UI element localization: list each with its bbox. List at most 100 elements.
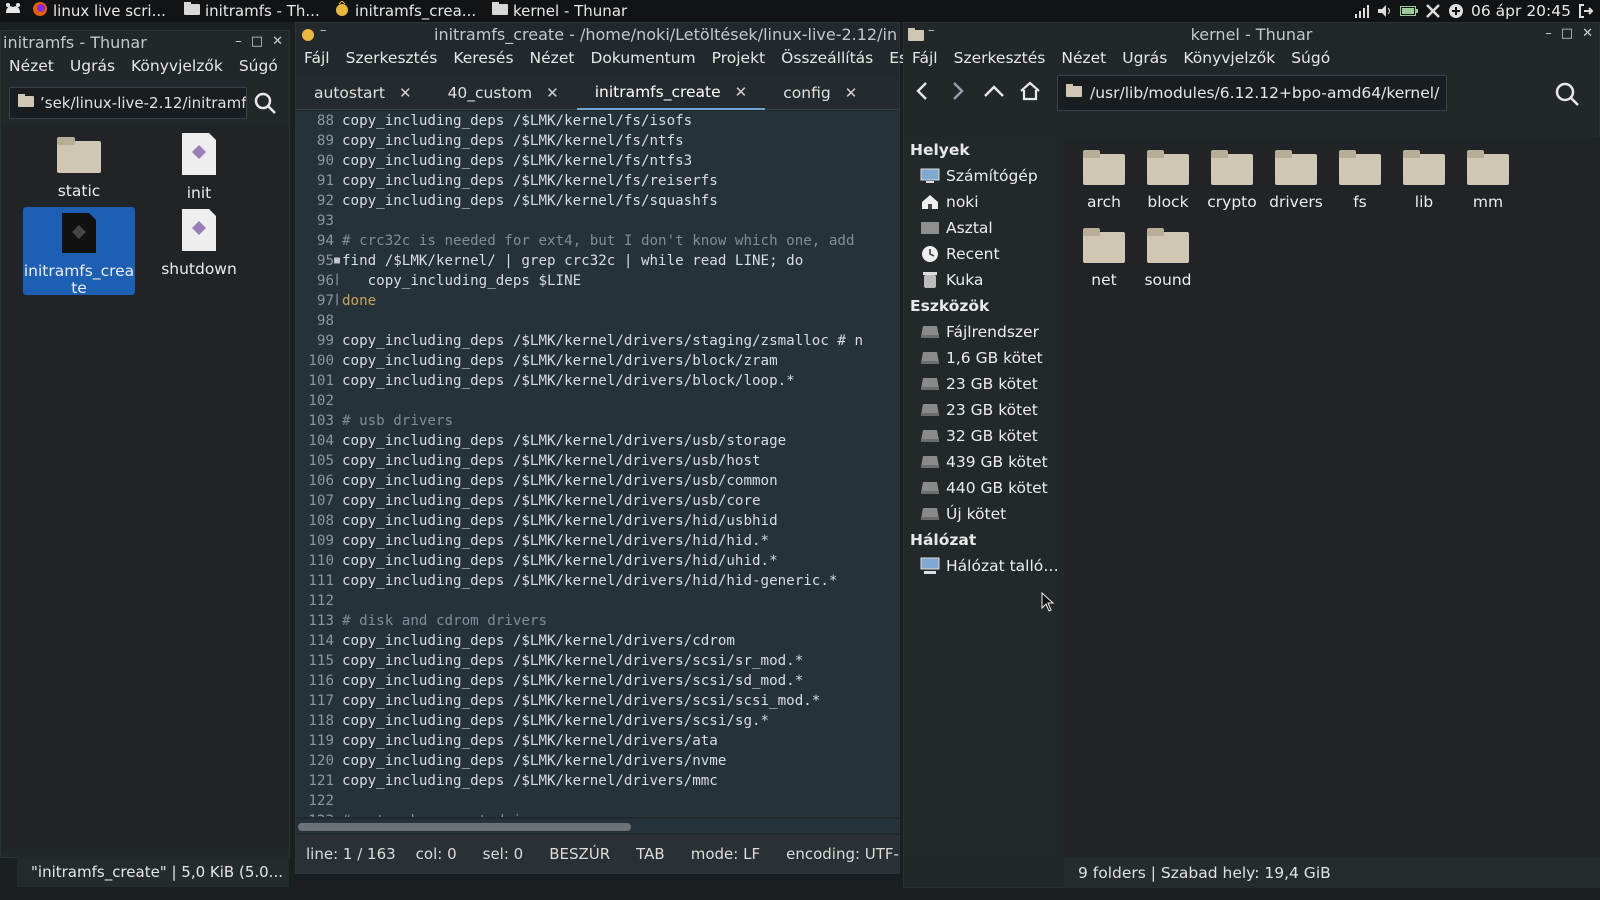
clock[interactable]: 06 ápr 20:45 — [1471, 2, 1571, 20]
folder-item-lib[interactable]: lib — [1392, 147, 1456, 211]
menu-osszeallitas[interactable]: Összeállítás — [773, 49, 881, 67]
battery-icon[interactable] — [1400, 5, 1419, 17]
menu-konyvjelzok[interactable]: Könyvjelzők — [1175, 49, 1283, 67]
sidebar-item-place[interactable]: noki — [904, 189, 1059, 215]
code-line[interactable]: 106 copy_including_deps /$LMK/kernel/driv… — [296, 471, 899, 491]
logout-icon[interactable] — [1578, 3, 1594, 19]
file-item-shutdown[interactable]: shutdown — [143, 207, 255, 278]
sidebar-item-device[interactable]: Fájlrendszer — [904, 319, 1059, 345]
close-tab-icon[interactable]: ✕ — [735, 83, 748, 101]
sidebar-item-place[interactable]: Számítógép — [904, 163, 1059, 189]
code-line[interactable]: 95 ■ find /$LMK/kernel/ | grep crc32c | wh… — [296, 251, 899, 271]
location-bar[interactable]: ’sek/linux-live-2.12/initramfs/ — [9, 87, 247, 119]
network-signal-icon[interactable] — [1354, 4, 1370, 18]
menu-sugo[interactable]: Súgó — [231, 57, 286, 75]
menu-nezet[interactable]: Nézet — [1, 57, 62, 75]
sidebar-item-device[interactable]: 1,6 GB kötet — [904, 345, 1059, 371]
code-line[interactable]: 111 copy_including_deps /$LMK/kernel/driv… — [296, 571, 899, 591]
code-line[interactable]: 102 — [296, 391, 899, 411]
taskbar-item-initramfs-thunar[interactable]: initramfs - Th... — [178, 0, 328, 22]
sidebar-item-device[interactable]: Új kötet — [904, 501, 1059, 527]
close-tab-icon[interactable]: ✕ — [399, 84, 412, 102]
taskbar-item-geany[interactable]: initramfs_crea... — [328, 0, 486, 22]
menu-nezet[interactable]: Nézet — [522, 49, 583, 67]
window-menu-button[interactable]: – — [320, 23, 327, 38]
maximize-button[interactable]: □ — [1561, 26, 1573, 41]
code-line[interactable]: 91 copy_including_deps /$LMK/kernel/fs/re… — [296, 171, 899, 191]
folder-item-crypto[interactable]: crypto — [1200, 147, 1264, 211]
code-line[interactable]: 88 copy_including_deps /$LMK/kernel/fs/is… — [296, 111, 899, 131]
window-menu-button[interactable]: – — [928, 23, 935, 38]
applications-menu-button[interactable] — [0, 0, 26, 22]
code-line[interactable]: 114 copy_including_deps /$LMK/kernel/driv… — [296, 631, 899, 651]
menu-ugras[interactable]: Ugrás — [1114, 49, 1175, 67]
code-line[interactable]: 120 copy_including_deps /$LMK/kernel/driv… — [296, 751, 899, 771]
file-item-static[interactable]: static — [23, 133, 135, 200]
menu-kereses[interactable]: Keresés — [445, 49, 521, 67]
code-line[interactable]: 97 │ done — [296, 291, 899, 311]
window-titlebar[interactable]: – kernel - Thunar – □ ✕ — [904, 23, 1599, 45]
back-button[interactable] — [904, 75, 940, 111]
code-line[interactable]: 93 — [296, 211, 899, 231]
code-line[interactable]: 108 copy_including_deps /$LMK/kernel/driv… — [296, 511, 899, 531]
code-line[interactable]: 123 # network support drivers — [296, 811, 899, 817]
code-line[interactable]: 98 — [296, 311, 899, 331]
home-button[interactable] — [1012, 75, 1048, 111]
sidebar-item-device[interactable]: 439 GB kötet — [904, 449, 1059, 475]
tab-autostart[interactable]: autostart ✕ — [296, 76, 430, 110]
code-line[interactable]: 119 copy_including_deps /$LMK/kernel/driv… — [296, 731, 899, 751]
code-line[interactable]: 96 │ copy_including_deps $LINE — [296, 271, 899, 291]
sidebar-item-place[interactable]: Kuka — [904, 267, 1059, 293]
code-line[interactable]: 121 copy_including_deps /$LMK/kernel/driv… — [296, 771, 899, 791]
folder-item-drivers[interactable]: drivers — [1264, 147, 1328, 211]
menu-fajl[interactable]: Fájl — [904, 49, 946, 67]
close-button[interactable]: ✕ — [1582, 26, 1593, 41]
sidebar-item-place[interactable]: Asztal — [904, 215, 1059, 241]
code-line[interactable]: 107 copy_including_deps /$LMK/kernel/driv… — [296, 491, 899, 511]
maximize-button[interactable]: □ — [251, 34, 263, 49]
sidebar-item-device[interactable]: 23 GB kötet — [904, 371, 1059, 397]
code-line[interactable]: 103 # usb drivers — [296, 411, 899, 431]
code-line[interactable]: 90 copy_including_deps /$LMK/kernel/fs/nt… — [296, 151, 899, 171]
search-button[interactable] — [1554, 81, 1580, 111]
code-line[interactable]: 94 # crc32c is needed for ext4, but I don… — [296, 231, 899, 251]
menu-fajl[interactable]: Fájl — [296, 49, 338, 67]
menu-szerkesztes[interactable]: Szerkesztés — [946, 49, 1054, 67]
file-view[interactable]: static init initramfs_create shutdown — [1, 127, 289, 851]
menu-konyvjelzok[interactable]: Könyvjelzők — [123, 57, 231, 75]
code-editor[interactable]: 88 copy_including_deps /$LMK/kernel/fs/is… — [296, 111, 899, 817]
parent-folder-button[interactable] — [976, 75, 1012, 111]
code-line[interactable]: 104 copy_including_deps /$LMK/kernel/driv… — [296, 431, 899, 451]
volume-icon[interactable] — [1377, 4, 1393, 18]
menu-dokumentum[interactable]: Dokumentum — [582, 49, 703, 67]
tools-icon[interactable] — [1425, 3, 1441, 19]
window-titlebar[interactable]: – initramfs_create - /home/noki/Letöltés… — [296, 23, 899, 45]
code-line[interactable]: 99 copy_including_deps /$LMK/kernel/drive… — [296, 331, 899, 351]
sidebar-item-device[interactable]: 23 GB kötet — [904, 397, 1059, 423]
sidebar-item-device[interactable]: 440 GB kötet — [904, 475, 1059, 501]
menu-szerkesztes[interactable]: Szerkesztés — [338, 49, 446, 67]
code-line[interactable]: 115 copy_including_deps /$LMK/kernel/driv… — [296, 651, 899, 671]
code-line[interactable]: 117 copy_including_deps /$LMK/kernel/driv… — [296, 691, 899, 711]
scrollbar-thumb[interactable] — [298, 823, 631, 831]
folder-item-arch[interactable]: arch — [1072, 147, 1136, 211]
folder-item-mm[interactable]: mm — [1456, 147, 1520, 211]
code-line[interactable]: 113 # disk and cdrom drivers — [296, 611, 899, 631]
taskbar-item-firefox[interactable]: linux live scri... — [26, 0, 178, 22]
sidebar-item-device[interactable]: 32 GB kötet — [904, 423, 1059, 449]
menu-ugras[interactable]: Ugrás — [62, 57, 123, 75]
code-line[interactable]: 116 copy_including_deps /$LMK/kernel/driv… — [296, 671, 899, 691]
tab-config[interactable]: config ✕ — [765, 76, 875, 110]
window-titlebar[interactable]: initramfs - Thunar – □ ✕ — [1, 31, 289, 53]
menu-projekt[interactable]: Projekt — [704, 49, 774, 67]
code-line[interactable]: 89 copy_including_deps /$LMK/kernel/fs/nt… — [296, 131, 899, 151]
search-button[interactable] — [253, 91, 277, 119]
close-button[interactable]: ✕ — [272, 34, 283, 49]
code-line[interactable]: 112 — [296, 591, 899, 611]
close-tab-icon[interactable]: ✕ — [546, 84, 559, 102]
code-line[interactable]: 101 copy_including_deps /$LMK/kernel/driv… — [296, 371, 899, 391]
file-item-init[interactable]: init — [143, 131, 255, 202]
code-line[interactable]: 110 copy_including_deps /$LMK/kernel/driv… — [296, 551, 899, 571]
code-line[interactable]: 105 copy_including_deps /$LMK/kernel/driv… — [296, 451, 899, 471]
menu-sugo[interactable]: Súgó — [1283, 49, 1338, 67]
